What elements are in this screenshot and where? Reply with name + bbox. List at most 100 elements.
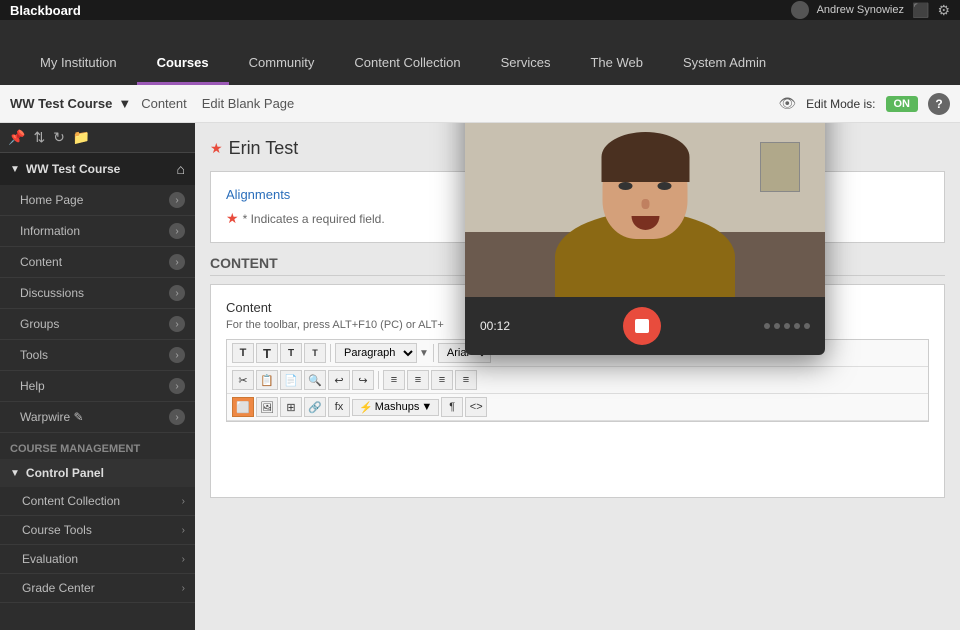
breadcrumb-edit-blank-page[interactable]: Edit Blank Page (202, 96, 295, 111)
main-layout: 📌 ⇅ ↻ 📁 ▼ WW Test Course ⌂ Home Page › I… (0, 123, 960, 630)
sidebar-sub-evaluation[interactable]: Evaluation › (0, 545, 195, 574)
stop-recording-button[interactable] (623, 307, 661, 345)
nav-item-content-collection[interactable]: Content Collection (334, 43, 480, 85)
toolbar-align-left[interactable]: ≡ (383, 370, 405, 390)
sidebar-item-information[interactable]: Information › (0, 216, 195, 247)
toolbar-source[interactable]: <> (465, 397, 487, 417)
toolbar-row-2: ✂ 📋 📄 🔍 ↩ ↪ ≡ ≡ ≡ ≡ (227, 367, 928, 394)
sidebar-item-help[interactable]: Help › (0, 371, 195, 402)
sidebar-badge-groups: › (169, 316, 185, 332)
toolbar-cut[interactable]: ✂ (232, 370, 254, 390)
sidebar-item-content[interactable]: Content › (0, 247, 195, 278)
sub-arrow-course-tools: › (182, 525, 185, 536)
sidebar-badge-information: › (169, 223, 185, 239)
toolbar-redo[interactable]: ↪ (352, 370, 374, 390)
nav-item-courses[interactable]: Courses (137, 43, 229, 85)
course-name[interactable]: WW Test Course (10, 96, 112, 111)
sidebar-badge-tools: › (169, 347, 185, 363)
alignments-link[interactable]: Alignments (226, 187, 290, 202)
sidebar-course-header[interactable]: ▼ WW Test Course ⌂ (0, 153, 195, 185)
sidebar-item-groups[interactable]: Groups › (0, 309, 195, 340)
toolbar-formula[interactable]: fx (328, 397, 350, 417)
sidebar-sub-course-tools[interactable]: Course Tools › (0, 516, 195, 545)
dot-1 (764, 323, 770, 329)
toolbar-bold-3[interactable]: T (280, 343, 302, 363)
nav-item-the-web[interactable]: The Web (570, 43, 663, 85)
toolbar-search[interactable]: 🔍 (304, 370, 326, 390)
toolbar-bold-4[interactable]: T (304, 343, 326, 363)
toolbar-divider-3 (378, 371, 379, 389)
sidebar: 📌 ⇅ ↻ 📁 ▼ WW Test Course ⌂ Home Page › I… (0, 123, 195, 630)
sub-arrow-grade-center: › (182, 583, 185, 594)
sidebar-folder-icon[interactable]: 📁 (73, 129, 90, 146)
nav-item-community[interactable]: Community (229, 43, 335, 85)
toolbar-link[interactable]: 🔗 (304, 397, 326, 417)
sidebar-home-icon[interactable]: ⌂ (177, 161, 185, 177)
person-eye-left (619, 182, 633, 190)
toolbar-bold-2[interactable]: T (256, 343, 278, 363)
required-star: ★ (210, 140, 223, 157)
breadcrumb-bar: WW Test Course ▼ Content Edit Blank Page… (0, 85, 960, 123)
toolbar-align-center[interactable]: ≡ (407, 370, 429, 390)
nav-item-services[interactable]: Services (481, 43, 571, 85)
sidebar-top-icons: 📌 ⇅ ↻ 📁 (0, 123, 195, 153)
toolbar-copy[interactable]: 📋 (256, 370, 278, 390)
sidebar-item-warpwire[interactable]: Warpwire ✎ › (0, 402, 195, 433)
nav-item-system-admin[interactable]: System Admin (663, 43, 786, 85)
recording-timer: 00:12 (480, 319, 520, 333)
sidebar-item-discussions[interactable]: Discussions › (0, 278, 195, 309)
settings-icon[interactable]: ⚙ (937, 2, 950, 19)
toolbar-para-mark[interactable]: ¶ (441, 397, 463, 417)
sidebar-sub-grade-center[interactable]: Grade Center › (0, 574, 195, 603)
nav-bar: My Institution Courses Community Content… (0, 20, 960, 85)
dot-5 (804, 323, 810, 329)
sidebar-sub-content-collection[interactable]: Content Collection › (0, 487, 195, 516)
person-mouth (631, 216, 659, 230)
toolbar-image[interactable]: 🖼 (256, 397, 278, 417)
breadcrumb-right: 👁 Edit Mode is: ON ? (778, 93, 950, 115)
dot-2 (774, 323, 780, 329)
notification-icon[interactable]: ⬛ (912, 2, 929, 19)
toolbar-align-right[interactable]: ≡ (431, 370, 453, 390)
toolbar-divider-1 (330, 344, 331, 362)
warpwire-controls: 00:12 (465, 297, 825, 355)
toolbar-align-justify[interactable]: ≡ (455, 370, 477, 390)
sidebar-control-panel[interactable]: ▼ Control Panel (0, 459, 195, 487)
mashup-label: Mashups (375, 401, 420, 413)
help-button[interactable]: ? (928, 93, 950, 115)
edit-mode-label: Edit Mode is: (806, 97, 875, 111)
toolbar-paste[interactable]: 📄 (280, 370, 302, 390)
person-head (603, 144, 688, 239)
sidebar-arrows-icon[interactable]: ⇅ (33, 129, 45, 146)
sidebar-course-title: WW Test Course (26, 162, 120, 176)
eye-icon[interactable]: 👁 (778, 95, 796, 112)
sub-arrow-evaluation: › (182, 554, 185, 565)
nav-item-my-institution[interactable]: My Institution (20, 43, 137, 85)
video-feed (465, 123, 825, 297)
sidebar-badge-discussions: › (169, 285, 185, 301)
bg-detail (760, 142, 800, 192)
blackboard-logo: Blackboard (10, 3, 81, 18)
top-header: Blackboard Andrew Synowiez ⬛ ⚙ (0, 0, 960, 20)
stop-icon (635, 319, 649, 333)
sidebar-arrow-icon: ▼ (10, 164, 20, 175)
sidebar-pin-icon[interactable]: 📌 (8, 129, 25, 146)
user-area: Andrew Synowiez ⬛ ⚙ (791, 1, 950, 19)
sidebar-item-home-page[interactable]: Home Page › (0, 185, 195, 216)
breadcrumb-content[interactable]: Content (141, 96, 187, 111)
toolbar-divider-2 (433, 344, 434, 362)
toolbar-stop[interactable]: ⬜ (232, 397, 254, 417)
content-area: ★ Erin Test Alignments ★ * Indicates a r… (195, 123, 960, 630)
sub-arrow-content-collection: › (182, 496, 185, 507)
edit-mode-toggle[interactable]: ON (886, 96, 919, 112)
paragraph-select[interactable]: Paragraph (335, 343, 417, 363)
toolbar-undo[interactable]: ↩ (328, 370, 350, 390)
mashup-button[interactable]: ⚡ Mashups ▼ (352, 399, 439, 416)
person-hair (601, 132, 689, 182)
toolbar-table[interactable]: ⊞ (280, 397, 302, 417)
dot-3 (784, 323, 790, 329)
toolbar-bold-1[interactable]: T (232, 343, 254, 363)
sidebar-item-tools[interactable]: Tools › (0, 340, 195, 371)
editor-content-area[interactable] (226, 422, 929, 482)
sidebar-refresh-icon[interactable]: ↻ (53, 129, 65, 146)
